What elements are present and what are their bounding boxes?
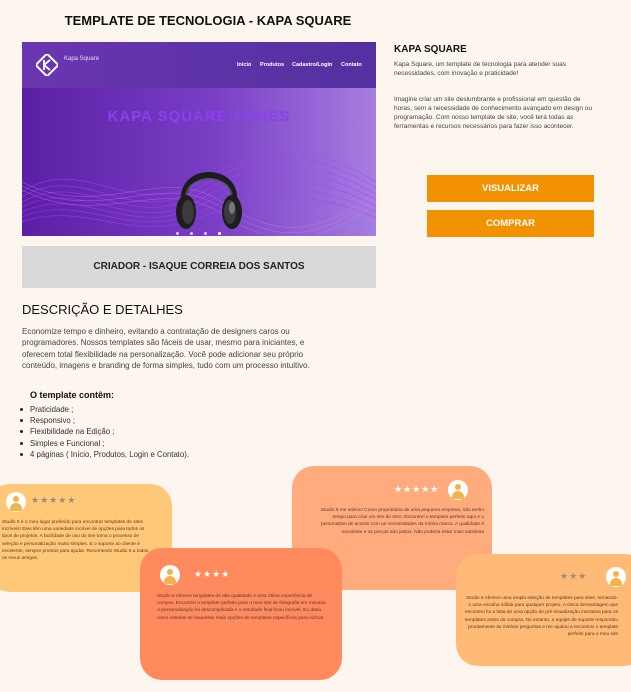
product-tagline: Kapa Square, um template de tecnologia p… bbox=[394, 61, 567, 77]
list-item: Simples e Funcional ; bbox=[19, 438, 189, 449]
product-name: KAPA SQUARE bbox=[394, 44, 467, 55]
view-button[interactable]: VISUALIZAR bbox=[427, 175, 594, 202]
list-item: Responsivo ; bbox=[19, 415, 189, 426]
creator-banner: CRIADOR - ISAQUE CORREIA DOS SANTOS bbox=[22, 246, 376, 288]
contents-heading: O template contêm: bbox=[30, 390, 115, 400]
carousel-dot-active[interactable] bbox=[218, 232, 221, 235]
contents-list: Praticidade ; Responsivo ; Flexibilidade… bbox=[19, 404, 190, 460]
product-description: Imagine criar um site deslumbrante e pro… bbox=[394, 96, 593, 130]
creator-label: CRIADOR - ISAQUE CORREIA DOS SANTOS bbox=[93, 261, 305, 272]
review-card: ★★★★ Studio 5 oferece templates de alta … bbox=[140, 548, 342, 680]
kapa-logo-icon bbox=[36, 54, 58, 76]
preview-nav-produtos: Produtos bbox=[260, 62, 285, 68]
preview-navbar: Kapa Square Início Produtos Cadastro/Log… bbox=[22, 42, 376, 88]
user-avatar-icon bbox=[448, 480, 468, 500]
details-text: Economize tempo e dinheiro, evitando a c… bbox=[22, 327, 310, 371]
list-item: 4 páginas ( Início, Produtos, Login e Co… bbox=[19, 449, 190, 459]
user-avatar-icon bbox=[606, 567, 626, 587]
list-item: Flexibilidade na Edição ; bbox=[19, 426, 189, 437]
rating-stars: ★★★★ bbox=[194, 569, 231, 579]
headphones-image bbox=[176, 172, 242, 229]
carousel-dot[interactable] bbox=[190, 232, 193, 235]
preview-nav-cadastro: Cadastro/Login bbox=[292, 62, 333, 68]
rating-stars: ★★★ bbox=[560, 571, 588, 581]
user-avatar-icon bbox=[160, 565, 180, 585]
rating-stars: ★★★★★ bbox=[31, 495, 77, 505]
carousel-dot[interactable] bbox=[204, 232, 207, 235]
review-text: Studio 5 oferece templates de alta quali… bbox=[157, 594, 327, 621]
review-text: Studio 5 é o meu lugar preferido para en… bbox=[2, 520, 149, 562]
preview-hero-title: KAPA SQUARE-FONES bbox=[107, 108, 291, 125]
carousel-dot[interactable] bbox=[176, 232, 179, 235]
page-title: TEMPLATE DE TECNOLOGIA - KAPA SQUARE bbox=[64, 13, 352, 28]
review-text: Studio 5 oferece uma ampla seleção de te… bbox=[464, 596, 618, 638]
user-avatar-icon bbox=[6, 492, 26, 512]
details-heading: DESCRIÇÃO E DETALHES bbox=[22, 302, 183, 317]
preview-nav-contato: Contato bbox=[341, 62, 362, 68]
preview-nav-inicio: Início bbox=[237, 62, 252, 68]
rating-stars: ★★★★★ bbox=[394, 484, 440, 494]
review-text: Studio 5 me salvou! Como proprietária de… bbox=[320, 508, 484, 535]
template-preview-image: Kapa Square Início Produtos Cadastro/Log… bbox=[22, 42, 376, 236]
buy-button[interactable]: COMPRAR bbox=[427, 210, 594, 237]
review-card: ★★★ Studio 5 oferece uma ampla seleção d… bbox=[456, 554, 631, 666]
list-item: Praticidade ; bbox=[19, 404, 189, 415]
preview-brand-name: Kapa Square bbox=[64, 56, 100, 62]
